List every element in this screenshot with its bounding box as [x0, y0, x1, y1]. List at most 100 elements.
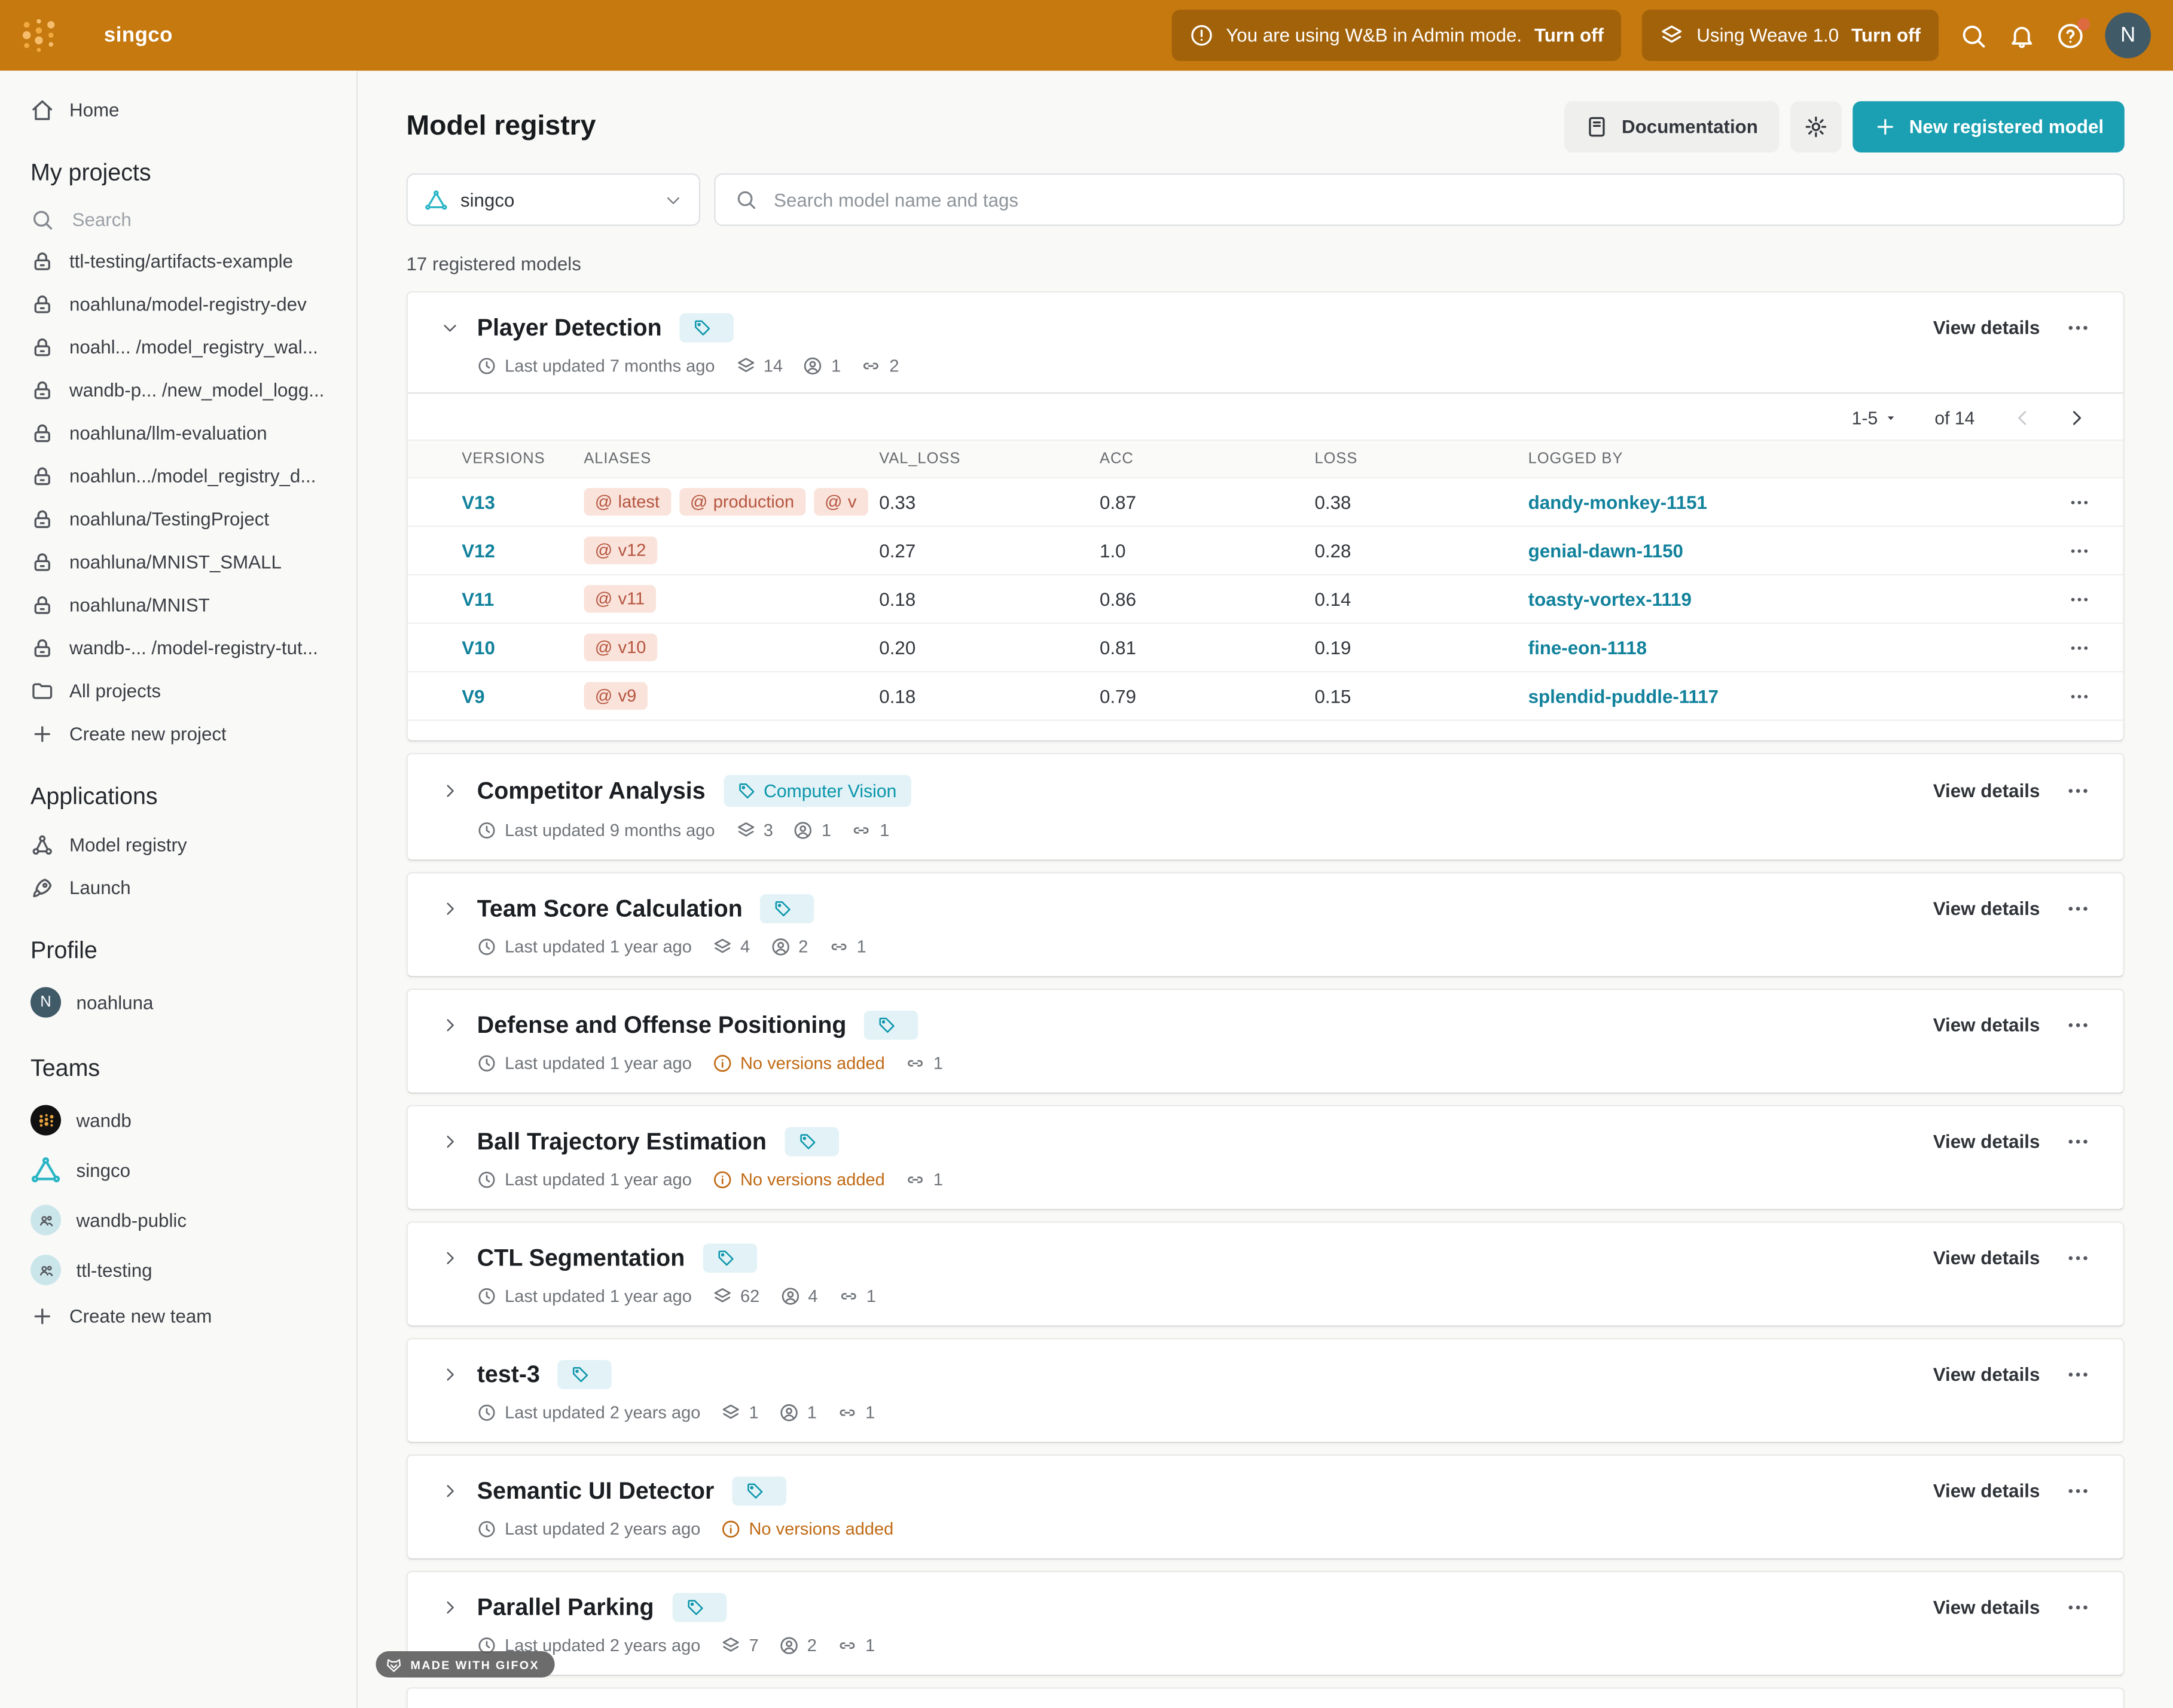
sidebar-item-all-projects[interactable]: All projects	[0, 670, 356, 713]
model-name[interactable]: Player Detection	[477, 314, 662, 341]
version-link[interactable]: V9	[462, 685, 584, 706]
more-options-icon[interactable]	[2066, 1246, 2089, 1270]
sidebar-project-item[interactable]: noahl... /model_registry_wal...	[0, 326, 356, 369]
version-link[interactable]: V11	[462, 588, 584, 609]
model-search-input[interactable]	[771, 188, 2104, 211]
more-options-icon[interactable]	[2066, 779, 2089, 803]
search-button[interactable]	[1960, 22, 1987, 49]
sidebar-item-launch[interactable]: Launch	[0, 867, 356, 910]
view-details-link[interactable]: View details	[1933, 1248, 2040, 1268]
model-tag[interactable]	[732, 1477, 786, 1506]
model-name[interactable]: test-3	[477, 1361, 540, 1388]
sidebar-search-input[interactable]	[69, 208, 305, 231]
model-name[interactable]: CTL Segmentation	[477, 1245, 685, 1272]
sidebar-project-item[interactable]: noahluna/llm-evaluation	[0, 412, 356, 455]
sidebar-project-item[interactable]: noahlun.../model_registry_d...	[0, 455, 356, 498]
expand-chevron-icon[interactable]	[441, 1599, 459, 1616]
view-details-link[interactable]: View details	[1933, 1015, 2040, 1036]
model-name[interactable]: Ball Trajectory Estimation	[477, 1128, 767, 1155]
model-name[interactable]: Competitor Analysis	[477, 777, 706, 804]
expand-chevron-icon[interactable]	[441, 1482, 459, 1500]
view-details-link[interactable]: View details	[1933, 318, 2040, 338]
alias-chip[interactable]: @v10	[584, 633, 657, 661]
admin-turn-off-button[interactable]: Turn off	[1534, 25, 1604, 46]
row-more-options-icon[interactable]	[2069, 492, 2090, 513]
model-tag[interactable]	[761, 894, 814, 923]
sidebar-item-create-team[interactable]: Create new team	[0, 1295, 356, 1338]
version-link[interactable]: V13	[462, 492, 584, 513]
sidebar-project-item[interactable]: ttl-testing/artifacts-example	[0, 240, 356, 283]
sidebar-project-item[interactable]: noahluna/TestingProject	[0, 498, 356, 541]
sidebar-team-wandb[interactable]: wandb	[0, 1095, 356, 1145]
expand-chevron-icon[interactable]	[441, 782, 459, 800]
model-tag[interactable]	[865, 1011, 918, 1040]
model-name[interactable]: Semantic UI Detector	[477, 1477, 715, 1505]
more-options-icon[interactable]	[2066, 1480, 2089, 1503]
view-details-link[interactable]: View details	[1933, 1364, 2040, 1385]
wandb-logo-icon[interactable]	[18, 14, 60, 56]
more-options-icon[interactable]	[2066, 897, 2089, 920]
more-options-icon[interactable]	[2066, 1130, 2089, 1153]
alias-chip[interactable]: @v	[814, 488, 868, 516]
sidebar-team-wandb-public[interactable]: wandb-public	[0, 1195, 356, 1245]
sidebar-project-item[interactable]: noahluna/MNIST	[0, 584, 356, 627]
sidebar-item-model-registry[interactable]: Model registry	[0, 824, 356, 867]
scope-selector[interactable]: singco	[406, 173, 700, 226]
new-registered-model-button[interactable]: New registered model	[1852, 101, 2125, 152]
expand-chevron-icon[interactable]	[441, 1133, 459, 1151]
alias-chip[interactable]: @production	[679, 488, 805, 516]
model-tag[interactable]	[680, 313, 734, 343]
model-name[interactable]: Defense and Offense Positioning	[477, 1011, 847, 1039]
sidebar-search[interactable]	[0, 200, 356, 240]
row-more-options-icon[interactable]	[2069, 588, 2090, 609]
version-link[interactable]: V12	[462, 540, 584, 561]
sidebar-project-item[interactable]: noahluna/model-registry-dev	[0, 283, 356, 326]
next-page-button[interactable]	[2066, 408, 2087, 429]
view-details-link[interactable]: View details	[1933, 780, 2040, 801]
model-tag[interactable]	[672, 1593, 726, 1622]
view-details-link[interactable]: View details	[1933, 1597, 2040, 1618]
sidebar-project-item[interactable]: wandb-... /model-registry-tut...	[0, 627, 356, 670]
expand-chevron-icon[interactable]	[441, 1365, 459, 1383]
logged-by-run-link[interactable]: fine-eon-1118	[1528, 637, 2034, 658]
sidebar-team-singco[interactable]: singco	[0, 1145, 356, 1195]
alias-chip[interactable]: @v9	[584, 682, 647, 710]
logged-by-run-link[interactable]: splendid-puddle-1117	[1528, 685, 2034, 706]
model-tag[interactable]: Computer Vision	[724, 775, 911, 807]
model-name[interactable]: Parallel Parking	[477, 1594, 654, 1621]
sidebar-item-home[interactable]: Home	[0, 89, 356, 132]
previous-page-button[interactable]	[2012, 408, 2033, 429]
logged-by-run-link[interactable]: dandy-monkey-1151	[1528, 492, 2034, 513]
model-tag[interactable]	[703, 1243, 756, 1273]
row-more-options-icon[interactable]	[2069, 637, 2090, 658]
view-details-link[interactable]: View details	[1933, 1131, 2040, 1152]
sidebar-project-item[interactable]: wandb-p... /new_model_logg...	[0, 369, 356, 412]
weave-turn-off-button[interactable]: Turn off	[1851, 25, 1921, 46]
more-options-icon[interactable]	[2066, 1363, 2089, 1386]
more-options-icon[interactable]	[2066, 1596, 2089, 1619]
row-more-options-icon[interactable]	[2069, 685, 2090, 706]
row-more-options-icon[interactable]	[2069, 540, 2090, 561]
expand-chevron-icon[interactable]	[441, 1016, 459, 1034]
view-details-link[interactable]: View details	[1933, 1481, 2040, 1502]
more-options-icon[interactable]	[2066, 1014, 2089, 1037]
documentation-button[interactable]: Documentation	[1565, 101, 1779, 152]
sidebar-team-ttl-testing[interactable]: ttl-testing	[0, 1245, 356, 1295]
user-avatar[interactable]: N	[2105, 13, 2151, 59]
alias-chip[interactable]: @v11	[584, 585, 655, 612]
logged-by-run-link[interactable]: genial-dawn-1150	[1528, 540, 2034, 561]
sidebar-project-item[interactable]: noahluna/MNIST_SMALL	[0, 541, 356, 584]
version-link[interactable]: V10	[462, 637, 584, 658]
logged-by-run-link[interactable]: toasty-vortex-1119	[1528, 588, 2034, 609]
view-details-link[interactable]: View details	[1933, 898, 2040, 919]
model-tag[interactable]	[558, 1360, 612, 1389]
model-tag[interactable]	[785, 1127, 838, 1157]
more-options-icon[interactable]	[2066, 316, 2089, 340]
model-name[interactable]: Team Score Calculation	[477, 895, 743, 922]
page-range-selector[interactable]: 1-5	[1852, 408, 1897, 429]
alias-chip[interactable]: @latest	[584, 488, 670, 516]
notifications-button[interactable]	[2008, 22, 2035, 49]
expand-chevron-icon[interactable]	[441, 319, 459, 337]
alias-chip[interactable]: @v12	[584, 536, 657, 564]
expand-chevron-icon[interactable]	[441, 1249, 459, 1267]
